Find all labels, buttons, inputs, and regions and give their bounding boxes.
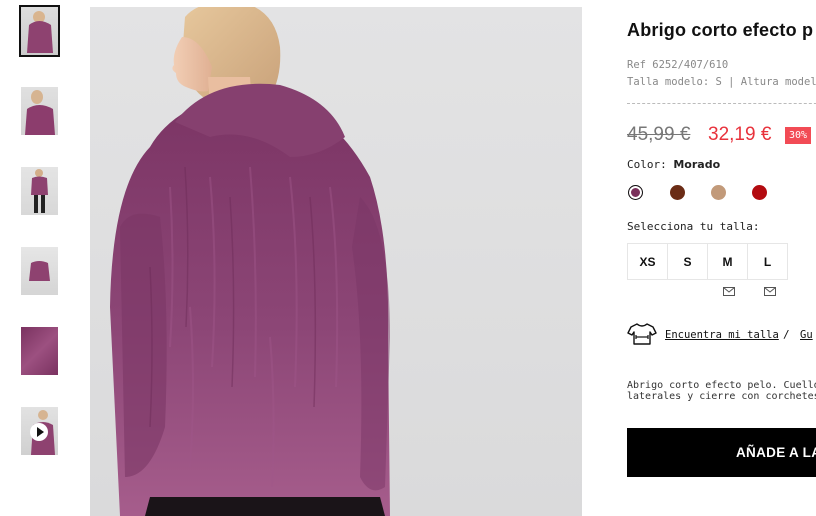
size-option-l[interactable]: L [747,243,788,280]
model-in-coat-illustration [110,7,390,516]
size-selector-label: Selecciona tu talla: [627,220,760,233]
tshirt-icon [627,323,657,345]
thumbnail-5[interactable] [21,327,58,375]
product-reference: Ref 6252/407/610 [627,59,729,71]
color-swatch-red[interactable] [752,185,767,200]
mail-icon[interactable] [723,287,735,296]
thumbnail-1[interactable] [19,5,60,57]
model-size-info: Talla modelo: S | Altura modelo: 1 [627,76,816,88]
size-option-s[interactable]: S [667,243,708,280]
main-product-image[interactable] [90,7,582,516]
link-separator: / [783,328,790,341]
thumbnail-coat-image [27,11,53,53]
divider [627,103,816,104]
thumbnail-4[interactable] [21,247,58,295]
thumbnail-2[interactable] [21,87,58,135]
color-label: Color: Morado [627,158,720,171]
thumbnail-coat-image [29,261,50,281]
size-option-m[interactable]: M [707,243,748,280]
find-my-size-link[interactable]: Encuentra mi talla [665,329,779,341]
size-guide-link[interactable]: Gu [800,329,813,341]
color-swatch-purple[interactable] [628,185,643,200]
size-help-row: Encuentra mi talla / Gu [627,322,816,346]
mail-icon[interactable] [764,287,776,296]
color-swatch-tan[interactable] [711,185,726,200]
original-price: 45,99 € [627,124,691,145]
add-to-cart-button[interactable]: AÑADE A LA [627,428,816,477]
product-title: Abrigo corto efecto p [627,20,814,40]
thumbnail-video[interactable] [21,407,58,455]
description-line: Abrigo corto efecto pelo. Cuello c [627,380,816,391]
color-swatch-brown[interactable] [670,185,685,200]
product-description: Abrigo corto efecto pelo. Cuello c later… [627,380,816,402]
thumbnail-coat-image [31,169,48,213]
thumbnail-3[interactable] [21,167,58,215]
size-option-xs[interactable]: XS [627,243,668,280]
sale-price: 32,19 € [708,124,772,145]
size-selector: XS S M L [627,243,791,280]
color-value: Morado [673,158,721,171]
color-label-text: Color: [627,158,674,171]
thumbnail-coat-image [25,90,55,135]
discount-badge: 30% [785,127,812,144]
product-details: Abrigo corto efecto p Ref 6252/407/610 T… [627,0,816,516]
description-line: laterales y cierre con corchetes. [627,391,816,402]
play-icon[interactable] [30,423,48,441]
thumbnail-gallery [0,0,80,516]
